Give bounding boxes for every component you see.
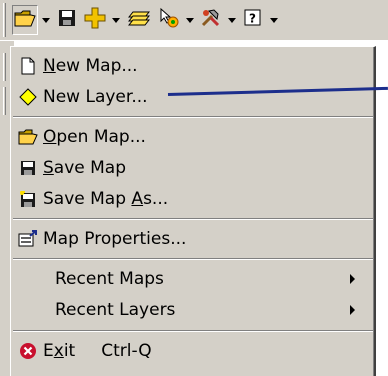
save-as-icon <box>17 188 39 210</box>
properties-icon <box>17 228 39 250</box>
add-data-toolbar-button[interactable] <box>82 5 108 35</box>
menu-item-new-layer[interactable]: New Layer... <box>15 82 367 112</box>
add-data-dropdown-arrow[interactable] <box>112 18 120 23</box>
menu-item-save-map-as[interactable]: Save Map As... <box>15 184 367 214</box>
menu-separator <box>13 330 373 332</box>
open-folder-icon <box>17 126 39 148</box>
open-map-dropdown-arrow[interactable] <box>42 18 50 23</box>
menu-item-label: Recent Maps <box>55 269 164 289</box>
open-map-toolbar-button[interactable] <box>12 5 38 35</box>
main-toolbar: ? <box>0 0 388 41</box>
submenu-arrow-icon <box>350 305 355 315</box>
add-data-icon <box>84 7 106 33</box>
menu-item-recent-layers[interactable]: Recent Layers <box>15 295 367 325</box>
menu-item-recent-maps[interactable]: Recent Maps <box>15 264 367 294</box>
menu-item-label: Exit <box>43 341 76 361</box>
menu-item-label: Recent Layers <box>55 300 176 320</box>
toolbar-grip[interactable] <box>3 53 6 81</box>
help-toolbar-button[interactable]: ? <box>240 5 266 35</box>
pointer-target-dropdown-arrow[interactable] <box>186 18 194 23</box>
menu-item-label: New Layer... <box>43 87 148 107</box>
blank-page-icon <box>17 55 39 77</box>
menu-separator <box>13 218 373 220</box>
svg-text:?: ? <box>249 12 256 26</box>
layers-toolbar-button[interactable] <box>126 5 152 35</box>
exit-icon <box>17 340 39 362</box>
tools-dropdown-arrow[interactable] <box>228 18 236 23</box>
diamond-layer-icon <box>17 86 39 108</box>
menu-separator <box>13 116 373 118</box>
menu-item-label: Open Map... <box>43 127 146 147</box>
menu-item-exit[interactable]: Exit Ctrl-Q <box>15 336 367 366</box>
menu-item-new-map[interactable]: New Map... <box>15 51 367 81</box>
menu-item-map-properties[interactable]: Map Properties... <box>15 224 367 254</box>
save-disk-icon <box>17 157 39 179</box>
file-menu: New Map... New Layer... Open Map... Save… <box>10 46 376 376</box>
menu-item-label: Map Properties... <box>43 229 187 249</box>
save-disk-icon <box>58 9 76 31</box>
menu-item-save-map[interactable]: Save Map <box>15 153 367 183</box>
menu-item-label: Save Map As... <box>43 189 169 209</box>
submenu-arrow-icon <box>350 274 355 284</box>
shortcut-label: Ctrl-Q <box>101 341 152 361</box>
pointer-target-toolbar-button[interactable] <box>156 5 182 35</box>
toolbar-grip[interactable] <box>3 3 6 37</box>
menu-item-label: New Map... <box>43 56 138 76</box>
menu-item-open-map[interactable]: Open Map... <box>15 122 367 152</box>
open-folder-icon <box>14 8 36 32</box>
pointer-target-icon <box>158 7 180 33</box>
tools-icon <box>200 7 222 33</box>
save-map-toolbar-button[interactable] <box>54 5 80 35</box>
tools-toolbar-button[interactable] <box>198 5 224 35</box>
menu-separator <box>13 258 373 260</box>
menu-item-label: Save Map <box>43 158 127 178</box>
toolbar-grip[interactable] <box>3 87 6 115</box>
help-icon: ? <box>243 8 263 32</box>
help-dropdown-arrow[interactable] <box>270 18 278 23</box>
layers-icon <box>127 8 151 32</box>
